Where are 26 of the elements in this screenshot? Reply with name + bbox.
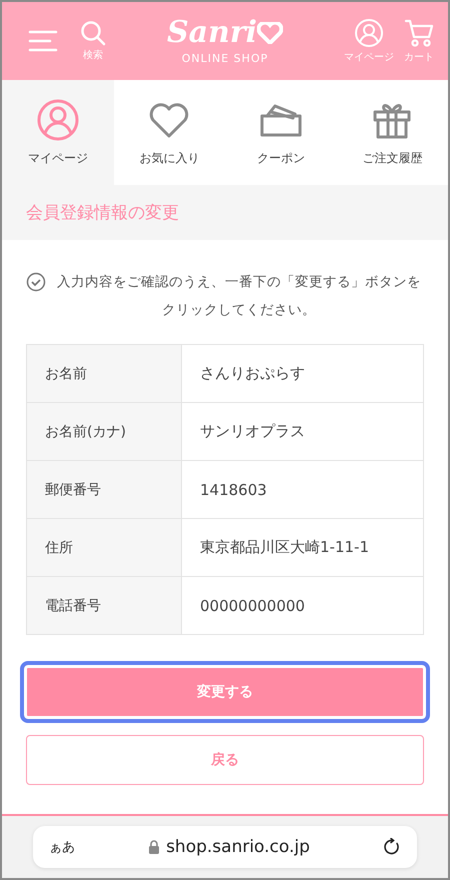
person-icon bbox=[36, 98, 80, 142]
value-cell-text: 1418603 bbox=[199, 480, 268, 500]
notice-text: 入力内容をご確認のうえ、一番下の「変更する」ボタンをクリックしてください。 bbox=[56, 273, 422, 320]
url-text: shop.sanrio.co.jp bbox=[166, 837, 310, 857]
label-cell: 電話番号 bbox=[27, 577, 182, 634]
cart-icon bbox=[404, 18, 434, 48]
value-cell-text: 東京都品川区大崎1-11-1 bbox=[199, 537, 370, 558]
label-cell: お名前 bbox=[27, 345, 182, 402]
nav-tab[interactable]: マイページ bbox=[2, 80, 114, 185]
reload-icon[interactable] bbox=[383, 838, 401, 856]
search-icon bbox=[80, 20, 106, 46]
value-cell-text: サンリオプラス bbox=[199, 421, 306, 442]
logo-subtitle: ONLINE SHOP bbox=[182, 52, 268, 64]
label-cell: お名前(カナ) bbox=[27, 403, 182, 460]
value-cell-text: 00000000000 bbox=[199, 596, 306, 616]
address-bar[interactable]: ぁあ shop.sanrio.co.jp bbox=[33, 826, 417, 868]
check-icon bbox=[26, 272, 46, 292]
value-cell-text: さんりおぷらす bbox=[199, 363, 306, 384]
page-title: 会員登録情報の変更 bbox=[26, 202, 179, 224]
text-size-button[interactable]: ぁあ bbox=[49, 838, 75, 856]
menu-icon bbox=[28, 29, 58, 53]
label-cell: 住所 bbox=[27, 519, 182, 576]
lock-icon bbox=[148, 840, 160, 854]
heart-icon bbox=[257, 22, 284, 44]
person-icon bbox=[354, 18, 384, 48]
label-cell: 郵便番号 bbox=[27, 461, 182, 518]
